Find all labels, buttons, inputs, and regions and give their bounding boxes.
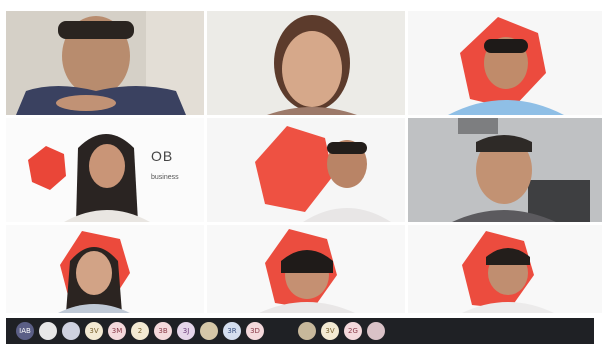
participant-tile-3[interactable] xyxy=(408,11,602,115)
participant-tile-8[interactable] xyxy=(207,225,405,313)
participant-video-5 xyxy=(207,118,405,222)
participant-tile-1[interactable] xyxy=(6,11,204,115)
participant-avatar-chip[interactable]: 2G xyxy=(344,322,362,340)
participants-bar: IAB 3V 3M 2 3B 3J 3R 3D 3V 2G xyxy=(6,318,594,344)
participant-avatar-chip[interactable]: 3B xyxy=(154,322,172,340)
participant-tile-4[interactable]: OB business xyxy=(6,118,204,222)
participant-avatar-chip[interactable]: 3V xyxy=(321,322,339,340)
participant-tile-6[interactable] xyxy=(408,118,602,222)
participant-avatar-chip[interactable]: 2 xyxy=(131,322,149,340)
participant-video-4 xyxy=(6,118,204,222)
participant-avatar-chip[interactable]: 3J xyxy=(177,322,195,340)
participant-video-6 xyxy=(408,118,602,222)
brand-tagline-fragment: business xyxy=(151,174,179,181)
brand-text-fragment: OB xyxy=(151,148,174,164)
participant-video-3 xyxy=(408,11,602,115)
participant-video-1 xyxy=(6,11,204,115)
video-grid: OB business xyxy=(6,8,602,314)
participant-photo-chip[interactable] xyxy=(39,322,57,340)
participant-avatar-chip[interactable]: 3M xyxy=(108,322,126,340)
participant-video-2 xyxy=(207,11,405,115)
participant-photo-chip[interactable] xyxy=(200,322,218,340)
participant-avatar-chip[interactable]: 3R xyxy=(223,322,241,340)
participant-avatar-chip[interactable]: 3V xyxy=(85,322,103,340)
participant-video-7 xyxy=(6,225,204,313)
participant-tile-7[interactable] xyxy=(6,225,204,313)
participant-photo-chip[interactable] xyxy=(298,322,316,340)
participant-tile-5[interactable] xyxy=(207,118,405,222)
participant-tile-9[interactable] xyxy=(408,225,602,313)
participant-avatar-chip[interactable]: 3D xyxy=(246,322,264,340)
participant-avatar-chip[interactable]: IAB xyxy=(16,322,34,340)
participant-tile-2[interactable] xyxy=(207,11,405,115)
participant-photo-chip[interactable] xyxy=(62,322,80,340)
participant-video-8 xyxy=(207,225,405,313)
participant-video-9 xyxy=(408,225,602,313)
participant-photo-chip[interactable] xyxy=(367,322,385,340)
